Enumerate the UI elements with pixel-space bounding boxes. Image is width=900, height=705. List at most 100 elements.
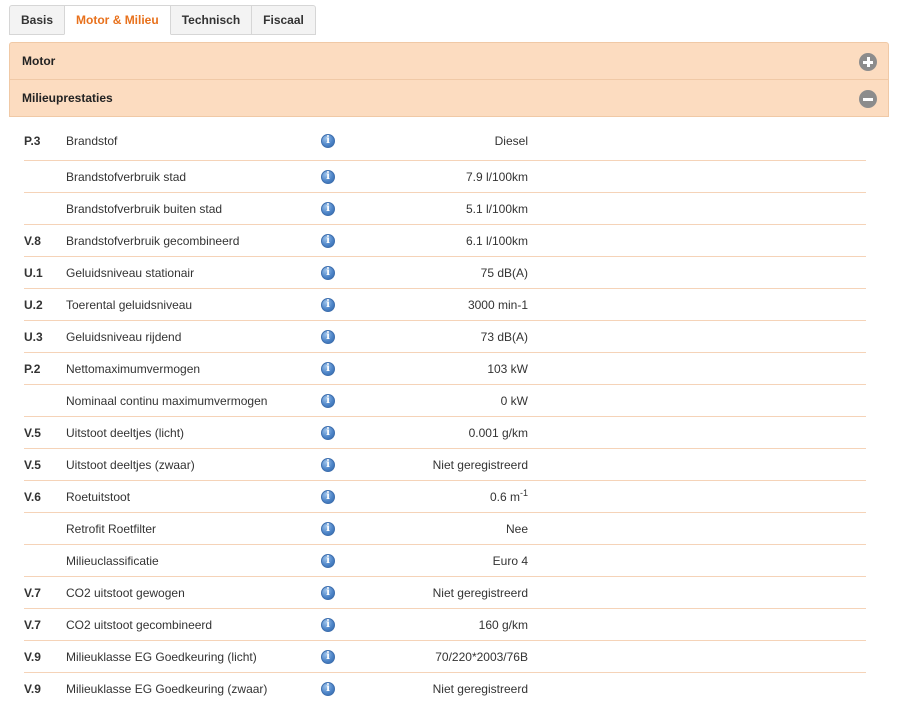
table-row: U.1 Geluidsniveau stationair i 75 dB(A)	[24, 257, 866, 289]
row-label: Milieuklasse EG Goedkeuring (zwaar)	[66, 682, 268, 696]
row-value: Diesel	[495, 134, 528, 148]
tab-basis[interactable]: Basis	[9, 5, 66, 35]
info-icon[interactable]: i	[321, 134, 335, 148]
tab-fiscaal[interactable]: Fiscaal	[251, 5, 316, 35]
table-row: V.8 Brandstofverbruik gecombineerd i 6.1 l/…	[24, 225, 866, 257]
row-label: Uitstoot deeltjes (licht)	[66, 426, 185, 440]
table-row: V.5 Uitstoot deeltjes (licht) i 0.001 g/km	[24, 417, 866, 449]
info-icon[interactable]: i	[321, 426, 335, 440]
row-code: V.9	[24, 650, 41, 664]
info-icon[interactable]: i	[321, 682, 335, 696]
row-value: 6.1 l/100km	[466, 234, 528, 248]
milieu-data-list: P.3 Brandstof i Diesel Brandstofverbruik sta…	[24, 125, 866, 705]
minus-circle-icon[interactable]	[859, 90, 877, 108]
row-value-text: Niet geregistreerd	[432, 586, 528, 600]
row-label: Geluidsniveau stationair	[66, 266, 195, 280]
row-code: V.6	[24, 490, 41, 504]
row-label: Milieuklasse EG Goedkeuring (licht)	[66, 650, 257, 664]
table-row: V.6 Roetuitstoot i 0.6 m-1	[24, 481, 866, 513]
info-icon[interactable]: i	[321, 554, 335, 568]
row-label: Retrofit Roetfilter	[66, 522, 157, 536]
row-value-text: 73 dB(A)	[480, 330, 528, 344]
row-code: V.5	[24, 458, 41, 472]
table-row: V.9 Milieuklasse EG Goedkeuring (zwaar) i N…	[24, 673, 866, 705]
row-label: Brandstofverbruik gecombineerd	[66, 234, 240, 248]
table-row: P.3 Brandstof i Diesel	[24, 125, 866, 161]
row-value: 160 g/km	[479, 618, 528, 632]
row-value-text: 0 kW	[500, 394, 528, 408]
panel-header-motor[interactable]: Motor	[9, 42, 889, 80]
panel-title-milieuprestaties: Milieuprestaties	[22, 91, 113, 105]
info-icon[interactable]: i	[321, 266, 335, 280]
row-value-text: 103 kW	[487, 362, 528, 376]
row-label: Brandstofverbruik buiten stad	[66, 202, 223, 216]
info-icon[interactable]: i	[321, 522, 335, 536]
plus-circle-icon[interactable]	[859, 53, 877, 71]
row-value: Niet geregistreerd	[433, 458, 528, 472]
row-value-text: Niet geregistreerd	[432, 682, 528, 696]
table-row: V.9 Milieuklasse EG Goedkeuring (licht) i 7…	[24, 641, 866, 673]
info-icon[interactable]: i	[321, 362, 335, 376]
row-value: 5.1 l/100km	[466, 202, 528, 216]
info-icon[interactable]: i	[321, 618, 335, 632]
row-value: Nee	[506, 522, 528, 536]
row-value-text: Diesel	[494, 134, 528, 148]
info-icon[interactable]: i	[321, 490, 335, 504]
row-label: Geluidsniveau rijdend	[66, 330, 182, 344]
row-value: 73 dB(A)	[481, 330, 528, 344]
table-row: U.2 Toerental geluidsniveau i 3000 min-1	[24, 289, 866, 321]
row-code: V.7	[24, 586, 41, 600]
info-icon[interactable]: i	[321, 394, 335, 408]
tab-technisch[interactable]: Technisch	[169, 5, 253, 35]
row-label: Toerental geluidsniveau	[66, 298, 193, 312]
info-icon[interactable]: i	[321, 202, 335, 216]
row-code: V.9	[24, 682, 41, 696]
row-value: Niet geregistreerd	[433, 682, 528, 696]
row-label: Uitstoot deeltjes (zwaar)	[66, 458, 195, 472]
row-value-text: 0.6 m	[489, 490, 520, 504]
table-row: P.2 Nettomaximumvermogen i 103 kW	[24, 353, 866, 385]
row-value: 70/220*2003/76B	[435, 650, 528, 664]
table-row: Brandstofverbruik buiten stad i 5.1 l/100k…	[24, 193, 866, 225]
tab-motor-milieu[interactable]: Motor & Milieu	[64, 5, 171, 35]
row-value-text: 160 g/km	[478, 618, 528, 632]
row-value-text: Niet geregistreerd	[432, 458, 528, 472]
row-value: 75 dB(A)	[481, 266, 528, 280]
row-code: V.8	[24, 234, 41, 248]
row-value-text: 75 dB(A)	[480, 266, 528, 280]
info-icon[interactable]: i	[321, 170, 335, 184]
row-value: 0.6 m-1	[489, 488, 528, 505]
row-value-text: 3000 min-1	[467, 298, 528, 312]
row-value: 0 kW	[501, 394, 528, 408]
row-label: Brandstofverbruik stad	[66, 170, 187, 184]
row-value-text: Euro 4	[492, 554, 528, 568]
info-icon[interactable]: i	[321, 298, 335, 312]
row-value-text: 6.1 l/100km	[465, 234, 528, 248]
row-code: U.2	[24, 298, 43, 312]
info-icon[interactable]: i	[321, 330, 335, 344]
row-value: 103 kW	[487, 362, 528, 376]
table-row: V.7 CO2 uitstoot gewogen i Niet geregistree…	[24, 577, 866, 609]
row-label: CO2 uitstoot gecombineerd	[66, 618, 213, 632]
row-code: V.7	[24, 618, 41, 632]
row-label: Brandstof	[66, 134, 118, 148]
table-row: V.7 CO2 uitstoot gecombineerd i 160 g/km	[24, 609, 866, 641]
row-code: V.5	[24, 426, 41, 440]
info-icon[interactable]: i	[321, 234, 335, 248]
row-value: 7.9 l/100km	[466, 170, 528, 184]
row-value-superscript: -1	[519, 488, 528, 498]
panel-title-motor: Motor	[22, 54, 56, 68]
row-value-text: 7.9 l/100km	[465, 170, 528, 184]
panel-header-milieuprestaties[interactable]: Milieuprestaties	[9, 79, 889, 117]
table-row: Retrofit Roetfilter i Nee	[24, 513, 866, 545]
info-icon[interactable]: i	[321, 458, 335, 472]
row-label: Roetuitstoot	[66, 490, 131, 504]
row-value-text: Nee	[505, 522, 528, 536]
row-code: P.2	[24, 362, 41, 376]
info-icon[interactable]: i	[321, 586, 335, 600]
table-row: Brandstofverbruik stad i 7.9 l/100km	[24, 161, 866, 193]
info-icon[interactable]: i	[321, 650, 335, 664]
row-value: 3000 min-1	[468, 298, 528, 312]
row-value-text: 0.001 g/km	[468, 426, 528, 440]
table-row: V.5 Uitstoot deeltjes (zwaar) i Niet geregi…	[24, 449, 866, 481]
